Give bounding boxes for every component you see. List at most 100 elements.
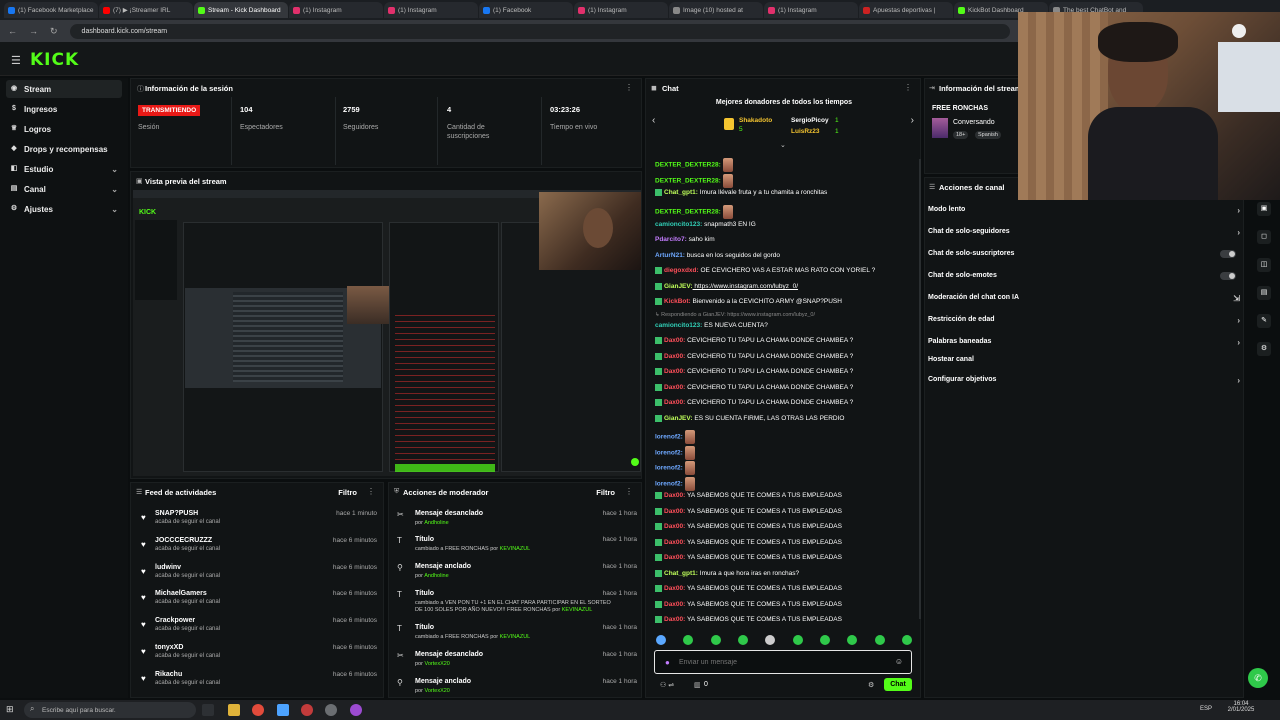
emote-icon[interactable] <box>683 635 694 645</box>
channel-action-3[interactable]: Chat de solo-emotes <box>928 272 1240 284</box>
feed-username[interactable]: Crackpower <box>155 617 195 624</box>
chat-username[interactable]: Dax00: <box>664 508 685 515</box>
chat-username[interactable]: ↳ Respondiendo a GianJEV: <box>655 312 726 318</box>
url-input[interactable]: dashboard.kick.com/stream <box>69 23 1010 39</box>
kick-logo[interactable]: KICK <box>30 50 79 70</box>
feed-username[interactable]: ludwinv <box>155 564 181 571</box>
chat-username[interactable]: DEXTER_DEXTER28: <box>655 178 721 185</box>
feed-username[interactable]: JOCCCECRUZZZ <box>155 537 212 544</box>
mod-username[interactable]: VortexX20 <box>424 688 449 694</box>
feed-more-icon[interactable]: ⋮ <box>367 487 375 496</box>
chat-username[interactable]: Dax00: <box>664 492 685 499</box>
chat-username[interactable]: Dax00: <box>664 384 685 391</box>
browser-tab[interactable]: (1) Instagram <box>764 2 858 18</box>
send-chat-button[interactable]: Chat <box>884 678 912 691</box>
chat-username[interactable]: Dax00: <box>664 353 685 360</box>
chat-input[interactable] <box>679 656 879 668</box>
chat-username[interactable]: GianJEV: <box>664 283 693 290</box>
chat-more-icon[interactable]: ⋮ <box>904 83 912 92</box>
chat-username[interactable]: ArturN21: <box>655 252 685 259</box>
chat-username[interactable]: Dax00: <box>664 337 685 344</box>
chat-username[interactable]: Dax00: <box>664 616 685 623</box>
menu-icon[interactable]: ☰ <box>11 54 21 67</box>
chat-username[interactable]: GianJEV: <box>664 415 693 422</box>
emote-icon[interactable] <box>656 635 666 645</box>
reload-icon[interactable]: ↻ <box>50 26 58 37</box>
more-icon[interactable]: ⋮ <box>625 83 633 92</box>
chat-settings-icon[interactable]: ⚙ <box>868 681 874 689</box>
app-icon[interactable] <box>301 704 313 716</box>
chat-username[interactable]: Dax00: <box>664 368 685 375</box>
chat-username[interactable]: Pdarcito7: <box>655 236 687 243</box>
emoji-icon[interactable]: ☺ <box>895 657 903 666</box>
right-strip-icon[interactable]: ◫ <box>1257 258 1271 272</box>
app-icon[interactable] <box>277 704 289 716</box>
back-icon[interactable]: ← <box>8 26 17 36</box>
sidebar-item-canal[interactable]: ▤ Canal ⌄ <box>6 180 122 198</box>
right-strip-icon[interactable]: ▤ <box>1257 286 1271 300</box>
browser-tab[interactable]: (1) Facebook <box>479 2 573 18</box>
browser-tab[interactable]: (1) Facebook Marketplace <box>4 2 98 18</box>
chat-scrollbar[interactable] <box>919 159 921 619</box>
emote-icon[interactable] <box>710 635 721 645</box>
toggle-switch[interactable] <box>1220 272 1236 280</box>
channel-action-0[interactable]: Modo lento › <box>928 206 1240 218</box>
mod-more-icon[interactable]: ⋮ <box>625 487 633 496</box>
mod-username[interactable]: KEVINAZUL <box>500 546 531 552</box>
right-strip-icon[interactable]: ⚙ <box>1257 342 1271 356</box>
emote-icon[interactable] <box>737 635 748 645</box>
chat-username[interactable]: Dax00: <box>664 539 685 546</box>
file-explorer-icon[interactable] <box>228 704 240 716</box>
chat-username[interactable]: camioncito123: <box>655 221 702 228</box>
feed-username[interactable]: Rikachu <box>155 671 182 678</box>
browser-tab[interactable]: (1) Instagram <box>574 2 668 18</box>
sidebar-item-drops[interactable]: ◆ Drops y recompensas <box>6 140 122 158</box>
feed-filter-button[interactable]: Filtro <box>338 488 357 497</box>
channel-action-2[interactable]: Chat de solo-suscriptores <box>928 250 1240 262</box>
browser-tab[interactable]: (1) Instagram <box>289 2 383 18</box>
stream-preview-video[interactable]: KICK <box>133 190 641 476</box>
chat-username[interactable]: lorenof2: <box>655 450 683 457</box>
browser-tab[interactable]: Apuestas deportivas | <box>859 2 953 18</box>
right-strip-icon[interactable]: ◻ <box>1257 230 1271 244</box>
windows-start-icon[interactable]: ⊞ <box>6 704 18 716</box>
settings-app-icon[interactable] <box>325 704 337 716</box>
chat-username[interactable]: Dax00: <box>664 399 685 406</box>
clock[interactable]: 16:04 2/01/2025 <box>1226 701 1256 713</box>
emote-icon[interactable] <box>874 635 885 645</box>
chat-username[interactable]: lorenof2: <box>655 465 683 472</box>
browser-tab[interactable]: Image (10) hosted at <box>669 2 763 18</box>
language-indicator[interactable]: ESP <box>1200 706 1212 712</box>
chat-username[interactable]: diegoxdxd: <box>664 267 699 274</box>
chat-username[interactable]: lorenof2: <box>655 481 683 488</box>
browser-tab[interactable]: (1) Instagram <box>384 2 478 18</box>
chat-username[interactable]: camioncito123: <box>655 322 702 329</box>
chat-username[interactable]: Dax00: <box>664 585 685 592</box>
prev-arrow-icon[interactable]: ‹ <box>652 115 655 126</box>
chat-username[interactable]: KickBot: <box>664 298 691 305</box>
whatsapp-icon[interactable]: ✆ <box>1248 668 1268 688</box>
channel-action-1[interactable]: Chat de solo-seguidores › <box>928 228 1240 240</box>
forward-icon[interactable]: → <box>29 26 38 36</box>
sidebar-item-ingresos[interactable]: $ Ingresos <box>6 100 122 118</box>
chat-username[interactable]: DEXTER_DEXTER28: <box>655 162 721 169</box>
mod-username[interactable]: Andholine <box>424 573 448 579</box>
toggle-switch[interactable] <box>1220 250 1236 258</box>
channel-action-4[interactable]: Moderación del chat con IA ⇲ <box>928 294 1240 306</box>
chat-username[interactable]: Chat_gpt1: <box>664 189 698 196</box>
collapse-icon[interactable]: ⌄ <box>780 141 786 149</box>
browser-tab[interactable]: (7) ▶ ¡Streamer IRL <box>99 2 193 18</box>
mod-username[interactable]: VortexX20 <box>424 661 449 667</box>
mod-username[interactable]: Andholine <box>424 520 448 526</box>
emote-icon[interactable] <box>847 635 858 645</box>
mod-username[interactable]: KEVINAZUL <box>562 607 593 613</box>
chrome-icon[interactable] <box>252 704 264 716</box>
channel-action-6[interactable]: Palabras baneadas › <box>928 338 1240 350</box>
obs-icon[interactable] <box>350 704 362 716</box>
feed-username[interactable]: SNAP?PUSH <box>155 510 198 517</box>
right-strip-icon[interactable]: ▣ <box>1257 202 1271 216</box>
task-view-icon[interactable] <box>202 704 214 716</box>
chat-input-box[interactable]: ● ☺ <box>654 650 912 674</box>
browser-tab[interactable]: Stream - Kick Dashboard <box>194 2 288 18</box>
stream-category[interactable]: Conversando <box>953 119 995 126</box>
